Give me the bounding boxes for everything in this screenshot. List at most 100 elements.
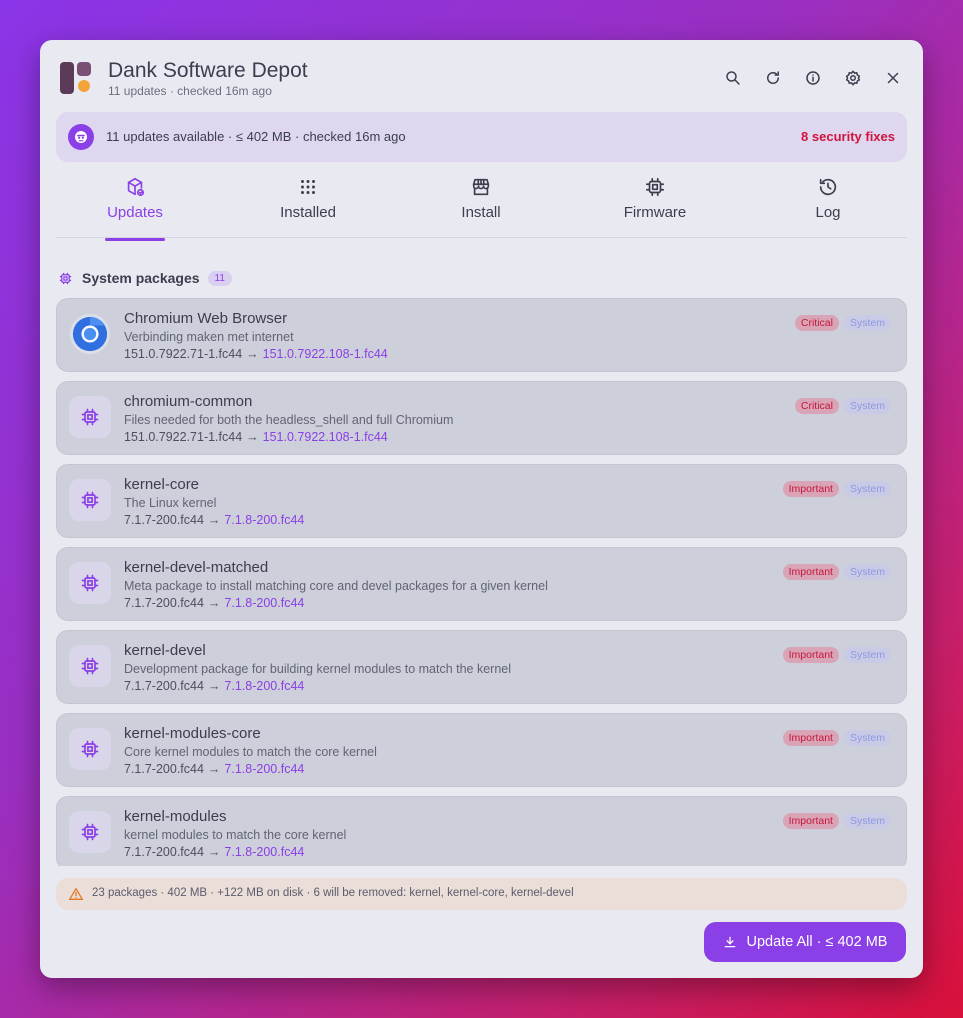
package-row[interactable]: Chromium Web Browser Verbinding maken me… <box>56 298 907 372</box>
old-version: 7.1.7-200.fc44 <box>124 762 204 776</box>
tab-updates[interactable]: Updates <box>75 176 195 241</box>
new-version: 7.1.8-200.fc44 <box>224 513 305 527</box>
severity-badge: Critical <box>794 315 839 331</box>
package-row[interactable]: kernel-devel Development package for bui… <box>56 630 907 704</box>
banner-summary-text: 11 updates available · ≤ 402 MB · checke… <box>106 129 406 144</box>
chip-icon <box>69 562 111 604</box>
package-name: kernel-modules <box>124 808 227 825</box>
package-row[interactable]: chromium-common Files needed for both th… <box>56 381 907 455</box>
category-badge: System <box>843 398 891 414</box>
old-version: 151.0.7922.71-1.fc44 <box>124 430 243 444</box>
package-name: kernel-devel <box>124 642 206 659</box>
category-badge: System <box>843 813 891 829</box>
grid-dots-icon <box>301 180 315 194</box>
severity-badge: Important <box>782 813 839 829</box>
category-badge: System <box>843 730 891 746</box>
arrow-right-icon: → <box>246 430 259 444</box>
app-logo <box>58 60 94 96</box>
close-icon <box>887 72 899 84</box>
footer-warning: 23 packages · 402 MB · +122 MB on disk ·… <box>56 878 907 910</box>
old-version: 7.1.7-200.fc44 <box>124 845 204 859</box>
header: Dank Software Depot 11 updates · checked… <box>58 59 905 100</box>
package-description: Meta package to install matching core an… <box>124 579 548 593</box>
package-row[interactable]: kernel-modules-core Core kernel modules … <box>56 713 907 787</box>
info-button[interactable] <box>801 66 825 90</box>
new-version: 151.0.7922.108-1.fc44 <box>262 347 388 361</box>
header-actions <box>721 66 905 90</box>
history-icon <box>819 178 837 196</box>
arrow-right-icon: → <box>207 596 221 610</box>
arrow-right-icon: → <box>246 347 259 361</box>
old-version: 151.0.7922.71-1.fc44 <box>124 347 243 361</box>
section-title: System packages <box>82 270 200 286</box>
package-description: Verbinding maken met internet <box>124 330 294 344</box>
package-row[interactable]: kernel-devel-matched Meta package to ins… <box>56 547 907 621</box>
package-name: Chromium Web Browser <box>124 310 288 327</box>
tab-label: Log <box>815 204 841 221</box>
package-badges: Important System <box>782 730 891 746</box>
tab-log[interactable]: Log <box>768 176 888 236</box>
tab-install[interactable]: Install <box>421 176 541 236</box>
package-bot-icon <box>68 124 94 150</box>
tab-installed[interactable]: Installed <box>248 176 368 236</box>
package-badges: Important System <box>782 647 891 663</box>
tab-bar: Updates Installed Install Firmware Log <box>56 170 907 241</box>
settings-button[interactable] <box>841 66 865 90</box>
app-subtitle: 11 updates · checked 16m ago <box>108 84 272 98</box>
package-version: 7.1.7-200.fc44 → 7.1.8-200.fc44 <box>124 762 304 776</box>
package-description: Development package for building kernel … <box>124 662 512 676</box>
old-version: 7.1.7-200.fc44 <box>124 513 204 527</box>
tab-label: Installed <box>280 204 336 221</box>
category-badge: System <box>843 481 891 497</box>
arrow-right-icon: → <box>207 513 221 527</box>
new-version: 151.0.7922.108-1.fc44 <box>262 430 388 444</box>
package-name: chromium-common <box>124 393 253 410</box>
category-badge: System <box>843 564 891 580</box>
close-button[interactable] <box>881 66 905 90</box>
arrow-right-icon: → <box>207 762 221 776</box>
package-description: The Linux kernel <box>124 496 217 510</box>
warning-icon <box>69 888 83 900</box>
category-badge: System <box>843 647 891 663</box>
update-all-button[interactable]: Update All · ≤ 402 MB <box>704 922 906 962</box>
package-name: kernel-devel-matched <box>124 559 269 576</box>
security-fixes-count[interactable]: 8 security fixes <box>801 129 895 144</box>
package-row[interactable]: kernel-modules kernel modules to match t… <box>56 796 907 866</box>
app-window: Dank Software Depot 11 updates · checked… <box>40 40 923 978</box>
refresh-button[interactable] <box>761 66 785 90</box>
footer-warning-text: 23 packages · 402 MB · +122 MB on disk ·… <box>92 887 574 899</box>
update-all-label: Update All · ≤ 402 MB <box>746 934 888 950</box>
package-version: 7.1.7-200.fc44 → 7.1.8-200.fc44 <box>124 513 304 527</box>
new-version: 7.1.8-200.fc44 <box>224 679 305 693</box>
tab-label: Install <box>461 204 501 221</box>
active-tab-indicator <box>105 238 165 241</box>
severity-badge: Important <box>782 647 839 663</box>
package-badges: Critical System <box>794 398 891 414</box>
tab-label: Updates <box>107 204 163 221</box>
package-name: kernel-modules-core <box>124 725 261 742</box>
old-version: 7.1.7-200.fc44 <box>124 596 204 610</box>
chip-icon <box>69 645 111 687</box>
package-version: 151.0.7922.71-1.fc44 → 151.0.7922.108-1.fc… <box>124 430 388 444</box>
package-description: Files needed for both the headless_shell… <box>124 413 454 427</box>
new-version: 7.1.8-200.fc44 <box>224 596 305 610</box>
package-description: Core kernel modules to match the core ke… <box>124 745 377 759</box>
package-update-icon <box>127 177 145 197</box>
info-icon <box>806 71 820 85</box>
chip-icon <box>645 177 665 197</box>
package-row[interactable]: kernel-core The Linux kernel 7.1.7-200.f… <box>56 464 907 538</box>
gear-icon <box>845 70 861 86</box>
tab-label: Firmware <box>623 204 687 221</box>
package-badges: Important System <box>782 813 891 829</box>
package-badges: Important System <box>782 564 891 580</box>
severity-badge: Important <box>782 730 839 746</box>
arrow-right-icon: → <box>207 679 221 693</box>
package-name: kernel-core <box>124 476 200 493</box>
chip-icon <box>69 396 111 438</box>
tab-firmware[interactable]: Firmware <box>595 176 715 236</box>
app-title: Dank Software Depot <box>108 59 308 82</box>
package-list[interactable]: Chromium Web Browser Verbinding maken me… <box>56 298 907 866</box>
chip-icon <box>69 479 111 521</box>
search-button[interactable] <box>721 66 745 90</box>
package-description: kernel modules to match the core kernel <box>124 828 347 842</box>
